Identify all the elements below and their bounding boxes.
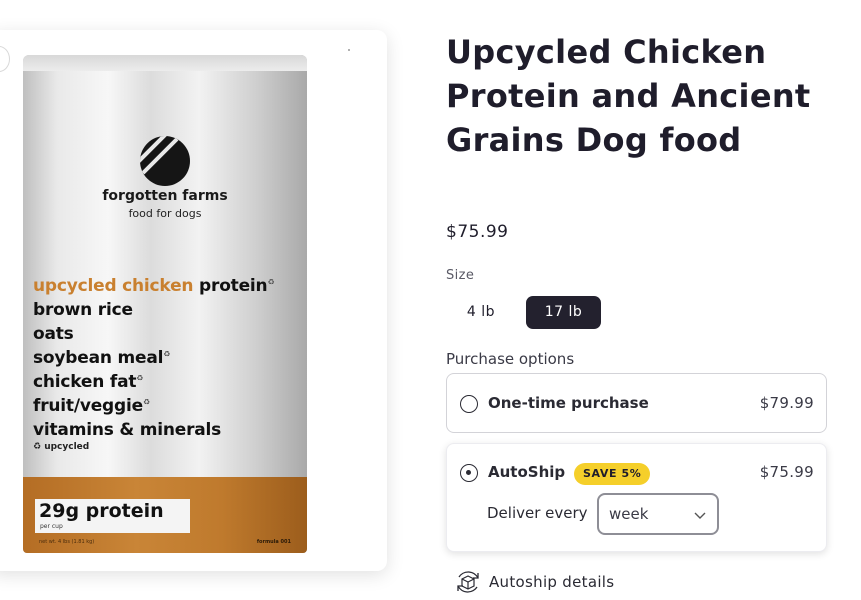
autoship-box-icon (457, 571, 479, 593)
decorative-dot (348, 49, 350, 51)
upcycled-mark-icon: ♻ (136, 373, 144, 383)
formula-label: formula 001 (256, 539, 291, 545)
protein-amount: 29g protein (39, 500, 164, 522)
upcycled-note-text: upcycled (44, 442, 90, 452)
ingredient-text: soybean meal (33, 348, 164, 368)
save-badge: SAVE 5% (574, 463, 651, 485)
ingredient-text: chicken fat (33, 372, 137, 392)
autoship-details-text: Autoship details (489, 573, 615, 591)
delivery-frequency-value: week (609, 505, 649, 523)
bag-seal (23, 55, 307, 71)
protein-per-cup: per cup (40, 523, 63, 530)
upcycled-mark-icon: ♻ (163, 349, 171, 359)
upcycled-mark-icon: ♻ (142, 397, 150, 407)
bag-brand-tagline: food for dogs (128, 207, 202, 220)
one-time-label: One-time purchase (488, 394, 649, 412)
radio-selected-dot (466, 470, 471, 475)
ingredient-text: protein (193, 276, 268, 296)
bag-bottom-band: 29g protein per cup net wt. 4 lbs (1.81 … (23, 477, 307, 553)
upcycled-mark-icon: ♻ (267, 277, 275, 287)
size-label: Size (446, 268, 475, 283)
one-time-radio[interactable] (460, 395, 478, 413)
ingredient-line: brown rice (33, 300, 133, 320)
ingredient-line: upcycled chicken protein♻ (33, 276, 275, 296)
ingredient-line: chicken fat♻ (33, 372, 143, 392)
product-bag-image: forgotten farms food for dogs upcycled c… (23, 55, 307, 553)
ingredient-highlight: upcycled chicken (33, 276, 194, 296)
one-time-price: $79.99 (759, 394, 814, 412)
ingredient-line: vitamins & minerals (33, 420, 222, 440)
protein-callout: 29g protein per cup (35, 499, 190, 533)
upcycled-mark-icon: ♻ (33, 442, 45, 452)
upcycled-note: ♻ upcycled (33, 442, 89, 452)
ingredient-text: fruit/veggie (33, 396, 143, 416)
autoship-label: AutoShip (488, 463, 566, 481)
ingredient-line: oats (33, 324, 74, 344)
size-option-17lb[interactable]: 17 lb (526, 296, 601, 329)
forgotten-farms-logo (140, 136, 190, 186)
net-weight: net wt. 4 lbs (1.81 kg) (39, 539, 95, 545)
size-option-4lb[interactable]: 4 lb (446, 296, 516, 329)
product-price: $75.99 (446, 222, 509, 242)
autoship-radio[interactable] (460, 464, 478, 482)
chevron-down-icon (694, 512, 706, 519)
autoship-price: $75.99 (759, 463, 814, 481)
delivery-frequency-select[interactable]: week (597, 493, 719, 535)
autoship-option[interactable]: AutoShip SAVE 5% $75.99 Deliver every we… (446, 443, 827, 552)
ingredient-line: soybean meal♻ (33, 348, 170, 368)
bag-brand-name: forgotten farms (102, 188, 228, 204)
purchase-options-label: Purchase options (446, 350, 575, 368)
ingredient-line: fruit/veggie♻ (33, 396, 150, 416)
one-time-purchase-option[interactable]: One-time purchase $79.99 (446, 373, 827, 433)
deliver-every-label: Deliver every (487, 504, 588, 522)
product-image-card: forgotten farms food for dogs upcycled c… (0, 30, 387, 571)
product-title: Upcycled Chicken Protein and Ancient Gra… (446, 33, 811, 159)
